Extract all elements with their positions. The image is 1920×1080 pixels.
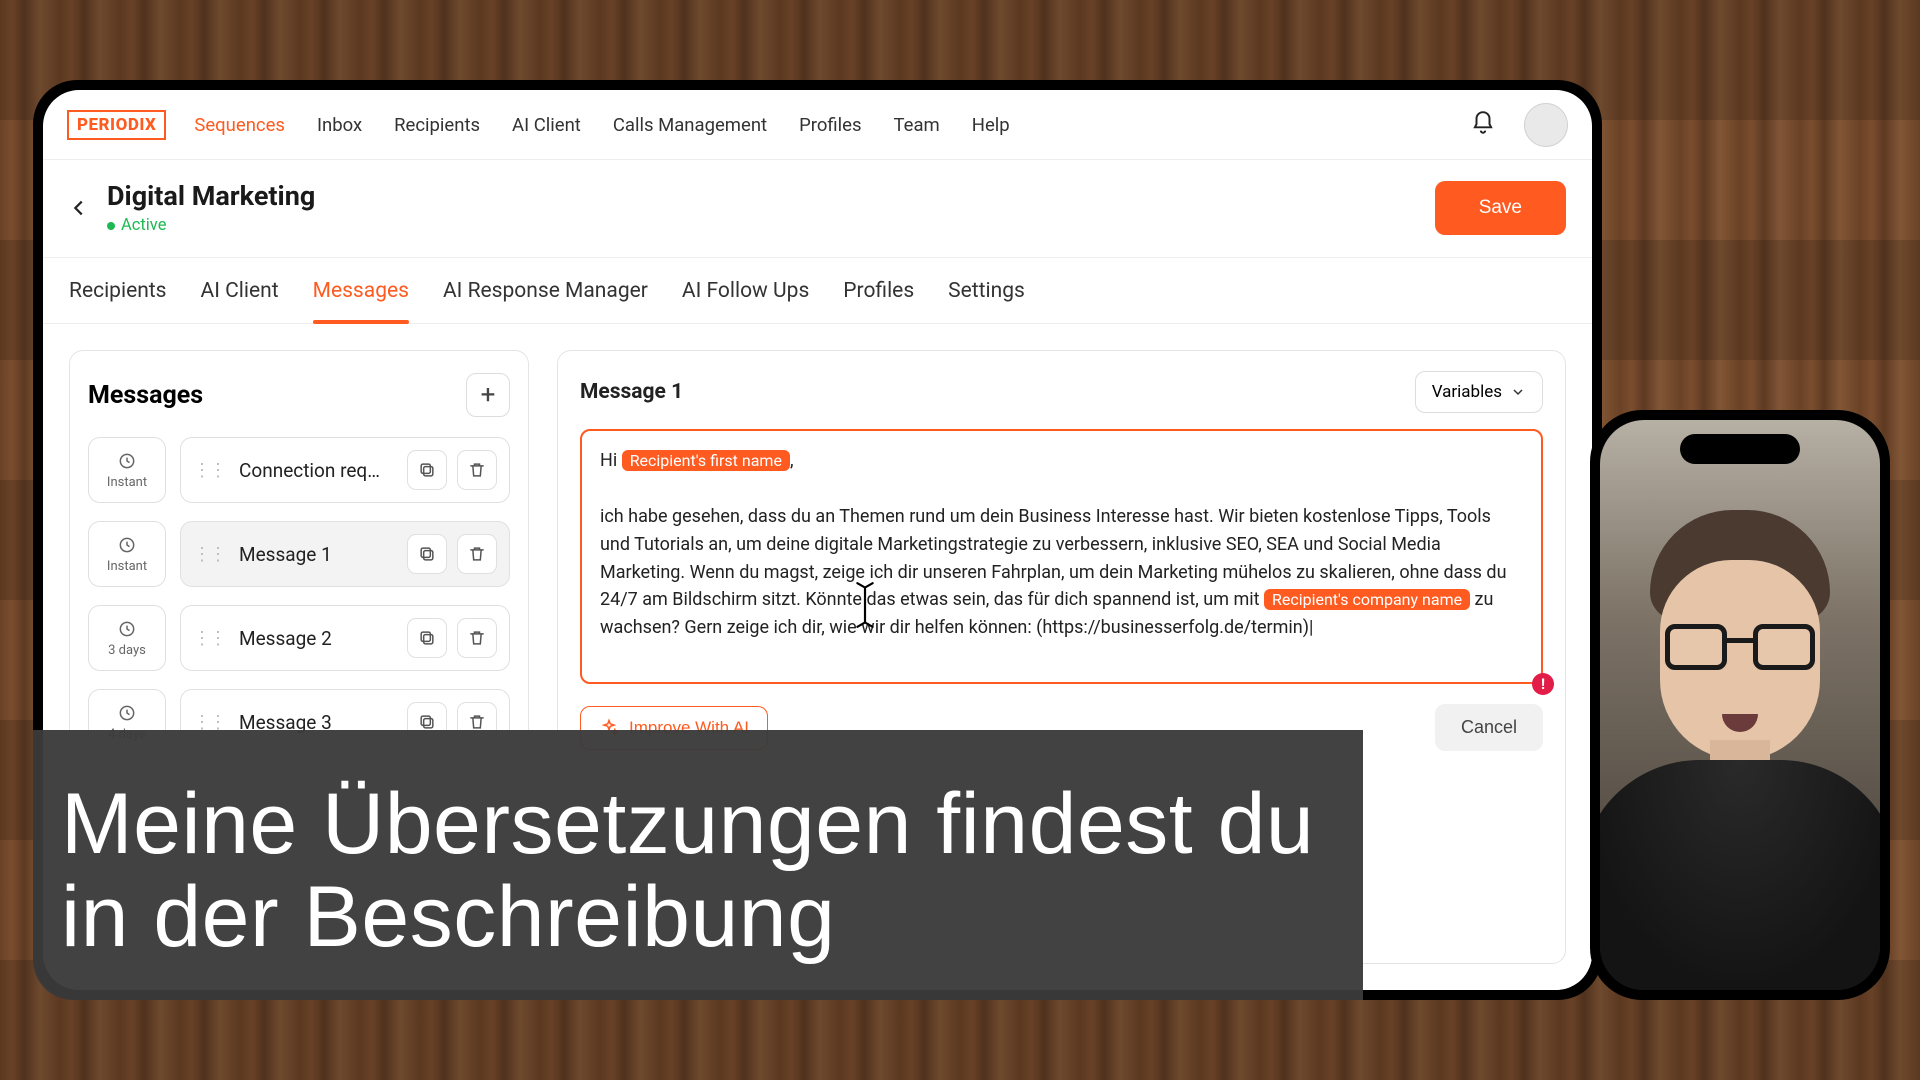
message-card[interactable]: ⋮⋮ Message 2 [180, 605, 510, 671]
message-card[interactable]: ⋮⋮ Message 1 [180, 521, 510, 587]
message-card[interactable]: ⋮⋮ Connection req… [180, 437, 510, 503]
timing-chip[interactable]: Instant [88, 521, 166, 587]
delete-button[interactable] [457, 618, 497, 658]
editor-greeting: Hi [600, 450, 622, 471]
tab-recipients[interactable]: Recipients [69, 258, 167, 323]
trash-icon [467, 628, 487, 648]
copy-icon [417, 460, 437, 480]
page-title: Digital Marketing [107, 180, 315, 212]
duplicate-button[interactable] [407, 534, 447, 574]
variables-label: Variables [1432, 382, 1502, 402]
validation-error-badge[interactable]: ! [1532, 673, 1554, 695]
copy-icon [417, 628, 437, 648]
exclamation-icon: ! [1532, 673, 1554, 695]
drag-handle-icon[interactable]: ⋮⋮ [189, 544, 229, 565]
messages-panel-title: Messages [88, 381, 203, 410]
list-item: Instant ⋮⋮ Message 1 [88, 521, 510, 587]
chevron-down-icon [1510, 384, 1526, 400]
caption-text: Meine Übersetzungen findest du in der Be… [61, 778, 1323, 964]
sequence-subtabs: Recipients AI Client Messages AI Respons… [43, 258, 1592, 324]
message-body-editor[interactable]: Hi Recipient's first name, ich habe gese… [580, 429, 1543, 684]
clock-icon [117, 535, 137, 555]
timing-label: Instant [107, 475, 147, 490]
clock-icon [117, 451, 137, 471]
nav-calls-management[interactable]: Calls Management [613, 114, 767, 136]
notifications-bell-icon[interactable] [1470, 110, 1496, 140]
nav-recipients[interactable]: Recipients [394, 114, 480, 136]
duplicate-button[interactable] [407, 618, 447, 658]
delete-button[interactable] [457, 450, 497, 490]
cancel-button[interactable]: Cancel [1435, 704, 1543, 751]
variable-chip-company[interactable]: Recipient's company name [1264, 589, 1470, 610]
tab-ai-response-manager[interactable]: AI Response Manager [443, 258, 648, 323]
message-name: Message 1 [239, 543, 397, 566]
user-avatar[interactable] [1524, 103, 1568, 147]
delete-button[interactable] [457, 534, 497, 574]
clock-icon [117, 619, 137, 639]
nav-links: Sequences Inbox Recipients AI Client Cal… [194, 114, 1009, 136]
variables-dropdown[interactable]: Variables [1415, 371, 1543, 413]
clock-icon [117, 703, 137, 723]
nav-team[interactable]: Team [894, 114, 940, 136]
nav-profiles[interactable]: Profiles [799, 114, 861, 136]
status-badge: Active [107, 216, 315, 235]
nav-help[interactable]: Help [972, 114, 1010, 136]
list-item: Instant ⋮⋮ Connection req… [88, 437, 510, 503]
timing-label: 3 days [108, 643, 146, 658]
variable-chip-first-name[interactable]: Recipient's first name [622, 450, 790, 471]
copy-icon [417, 544, 437, 564]
nav-inbox[interactable]: Inbox [317, 114, 362, 136]
drag-handle-icon[interactable]: ⋮⋮ [189, 460, 229, 481]
top-nav: PERIODIX Sequences Inbox Recipients AI C… [43, 90, 1592, 160]
message-name: Message 2 [239, 627, 397, 650]
page-title-block: Digital Marketing Active [107, 180, 315, 235]
video-caption-overlay: Meine Übersetzungen findest du in der Be… [33, 730, 1363, 1000]
back-button[interactable] [65, 194, 93, 222]
nav-ai-client[interactable]: AI Client [512, 114, 581, 136]
drag-handle-icon[interactable]: ⋮⋮ [189, 628, 229, 649]
trash-icon [467, 460, 487, 480]
tab-profiles[interactable]: Profiles [843, 258, 914, 323]
timing-chip[interactable]: 3 days [88, 605, 166, 671]
page-header: Digital Marketing Active Save [43, 160, 1592, 258]
duplicate-button[interactable] [407, 450, 447, 490]
brand-logo[interactable]: PERIODIX [67, 110, 166, 140]
editor-after-greeting: , [790, 450, 794, 471]
phone-screen [1600, 420, 1880, 990]
trash-icon [467, 544, 487, 564]
desktop-wood-background: PERIODIX Sequences Inbox Recipients AI C… [0, 0, 1920, 1080]
copy-icon [417, 712, 437, 732]
presenter-video-placeholder [1600, 420, 1880, 990]
tab-settings[interactable]: Settings [948, 258, 1025, 323]
message-name: Connection req… [239, 459, 397, 482]
list-item: 3 days ⋮⋮ Message 2 [88, 605, 510, 671]
tab-messages[interactable]: Messages [313, 258, 409, 323]
trash-icon [467, 712, 487, 732]
nav-sequences[interactable]: Sequences [194, 114, 285, 136]
save-button[interactable]: Save [1435, 181, 1566, 235]
messages-list: Instant ⋮⋮ Connection req… [88, 437, 510, 755]
add-message-button[interactable]: + [466, 373, 510, 417]
tab-ai-follow-ups[interactable]: AI Follow Ups [682, 258, 809, 323]
timing-label: Instant [107, 559, 147, 574]
editor-title: Message 1 [580, 380, 683, 404]
tab-ai-client[interactable]: AI Client [201, 258, 279, 323]
phone-device-frame [1590, 410, 1890, 1000]
timing-chip[interactable]: Instant [88, 437, 166, 503]
phone-notch [1680, 434, 1800, 464]
